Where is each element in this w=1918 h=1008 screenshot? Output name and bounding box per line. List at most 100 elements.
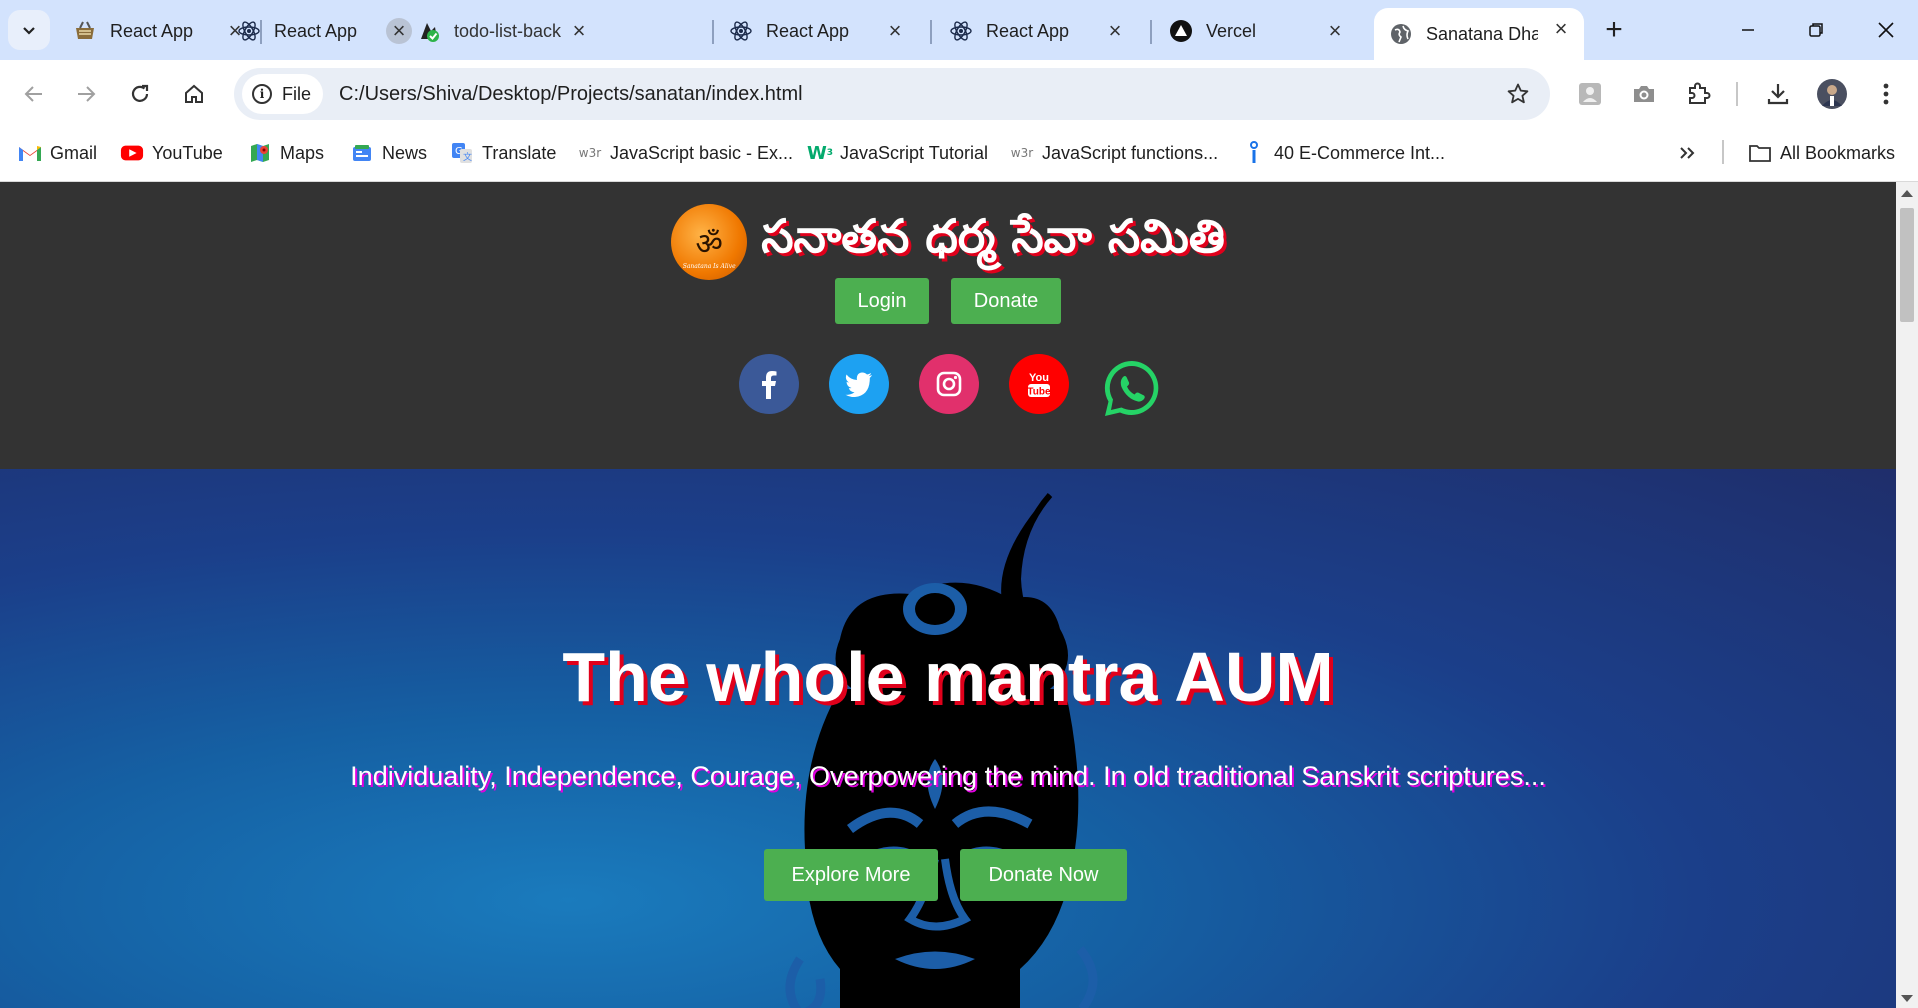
youtube-icon <box>120 142 144 164</box>
bookmark-ecommerce[interactable]: 40 E-Commerce Int... <box>1242 138 1445 168</box>
page-scrollbar[interactable] <box>1896 182 1918 1008</box>
tab-vercel[interactable]: Vercel × <box>1154 10 1358 52</box>
explore-more-button[interactable]: Explore More <box>763 849 939 901</box>
arrow-left-icon <box>24 86 42 102</box>
bookmark-youtube[interactable]: YouTube <box>120 138 223 168</box>
tab-strip: React App × React App × todo-list-back ×… <box>0 0 1918 60</box>
svg-text:文: 文 <box>463 151 472 163</box>
close-icon[interactable]: × <box>566 18 592 44</box>
close-window-button[interactable] <box>1858 10 1914 50</box>
scroll-up-arrow-icon[interactable] <box>1901 190 1913 197</box>
extensions-button[interactable] <box>1680 76 1716 112</box>
vercel-icon <box>1168 18 1194 44</box>
bookmark-label: JavaScript functions... <box>1042 142 1219 163</box>
site-title: సనాతన ధర్మ సేవా సమితి <box>761 209 1225 263</box>
facebook-icon[interactable] <box>739 354 799 414</box>
tab-react-app-2[interactable]: React App × <box>222 10 422 52</box>
address-bar[interactable]: i File C:/Users/Shiva/Desktop/Projects/s… <box>234 68 1550 120</box>
close-icon[interactable]: × <box>1102 18 1128 44</box>
screenshot-button[interactable] <box>1626 76 1662 112</box>
new-tab-button[interactable]: + <box>1596 12 1632 48</box>
translate-icon: G文 <box>450 142 474 164</box>
bookmark-javascript-functions[interactable]: w3r JavaScript functions... <box>1010 138 1218 168</box>
bookmark-label: Gmail <box>50 142 98 163</box>
bookmark-star-icon[interactable] <box>1504 80 1532 108</box>
tab-label: React App <box>986 20 1070 41</box>
tab-todo-list-back[interactable]: todo-list-back × <box>402 10 602 52</box>
page-viewport: ॐ Sanatana Is Alive సనాతన ధర్మ సేవా సమిత… <box>0 182 1896 1008</box>
scroll-down-arrow-icon[interactable] <box>1901 995 1913 1002</box>
reload-button[interactable] <box>120 74 160 114</box>
tab-label: React App <box>110 20 194 41</box>
menu-button[interactable] <box>1868 76 1904 112</box>
bookmark-javascript-basic[interactable]: w3r JavaScript basic - Ex... <box>578 138 793 168</box>
back-button[interactable] <box>14 74 54 114</box>
reload-icon <box>131 84 149 102</box>
forward-button[interactable] <box>66 74 106 114</box>
donate-button[interactable]: Donate <box>951 278 1061 324</box>
profile-extension-button[interactable] <box>1572 76 1608 112</box>
download-icon <box>1767 84 1789 105</box>
twitter-icon[interactable] <box>829 354 889 414</box>
minimize-icon <box>1742 29 1754 31</box>
tab-react-app-4[interactable]: React App × <box>934 10 1138 52</box>
home-button[interactable] <box>174 74 214 114</box>
bookmark-label: 40 E-Commerce Int... <box>1274 142 1446 163</box>
double-chevron-right-icon <box>1680 147 1695 159</box>
bookmarks-separator <box>1722 140 1724 164</box>
gmail-icon <box>18 142 42 164</box>
youtube-icon[interactable]: You Tube <box>1009 354 1069 414</box>
tab-sanatana-active[interactable]: Sanatana Dha × <box>1374 8 1584 60</box>
bookmarks-overflow-button[interactable] <box>1678 138 1696 168</box>
bookmark-gmail[interactable]: Gmail <box>18 138 97 168</box>
whatsapp-icon[interactable] <box>1099 356 1165 422</box>
bookmark-translate[interactable]: G文 Translate <box>450 138 556 168</box>
downloads-button[interactable] <box>1760 76 1796 112</box>
deploy-check-icon <box>416 18 442 44</box>
react-icon <box>236 18 262 44</box>
minimize-button[interactable] <box>1720 10 1776 50</box>
close-icon[interactable]: × <box>1322 18 1348 44</box>
tab-separator <box>930 20 932 44</box>
bookmark-news[interactable]: News <box>350 138 427 168</box>
w3r-icon: w3r <box>578 146 602 160</box>
bookmark-label: All Bookmarks <box>1780 142 1896 163</box>
bookmark-javascript-tutorial[interactable]: W3 JavaScript Tutorial <box>806 138 989 168</box>
all-bookmarks-button[interactable]: All Bookmarks <box>1748 138 1895 168</box>
hero-title: The whole mantra AUM <box>562 638 1334 716</box>
bookmark-label: Translate <box>482 142 557 163</box>
url-text[interactable]: C:/Users/Shiva/Desktop/Projects/sanatan/… <box>339 83 803 106</box>
bookmark-label: News <box>382 142 428 163</box>
bookmarks-bar: Gmail YouTube Maps News G文 Translate w3r… <box>0 124 1918 182</box>
restore-icon <box>1809 23 1823 37</box>
bookmark-label: JavaScript Tutorial <box>840 142 989 163</box>
tab-search-button[interactable] <box>8 10 50 50</box>
tab-label: Vercel <box>1206 20 1257 41</box>
tab-label: todo-list-back <box>454 20 562 41</box>
close-icon[interactable]: × <box>1548 16 1574 42</box>
puzzle-icon <box>1689 82 1711 104</box>
profile-avatar-button[interactable] <box>1814 76 1850 112</box>
react-icon <box>728 18 754 44</box>
instagram-icon[interactable] <box>919 354 979 414</box>
bookmark-maps[interactable]: Maps <box>248 138 324 168</box>
news-icon <box>350 142 374 164</box>
info-icon <box>1242 141 1266 164</box>
maps-icon <box>248 142 272 164</box>
react-icon <box>948 18 974 44</box>
basket-icon <box>72 18 98 44</box>
restore-button[interactable] <box>1788 10 1844 50</box>
avatar <box>1817 79 1847 109</box>
w3-icon: W3 <box>806 142 834 164</box>
bookmark-label: YouTube <box>152 142 223 163</box>
tab-react-app-3[interactable]: React App × <box>714 10 918 52</box>
tab-separator <box>1150 20 1152 44</box>
donate-now-button[interactable]: Donate Now <box>960 849 1127 901</box>
scrollbar-thumb[interactable] <box>1900 208 1914 322</box>
tab-label: Sanatana Dha <box>1426 23 1538 44</box>
site-logo[interactable]: ॐ Sanatana Is Alive <box>671 204 748 280</box>
close-icon <box>1878 22 1894 38</box>
close-icon[interactable]: × <box>882 18 908 44</box>
login-button[interactable]: Login <box>835 278 929 324</box>
site-info-chip[interactable]: i File <box>242 74 324 114</box>
